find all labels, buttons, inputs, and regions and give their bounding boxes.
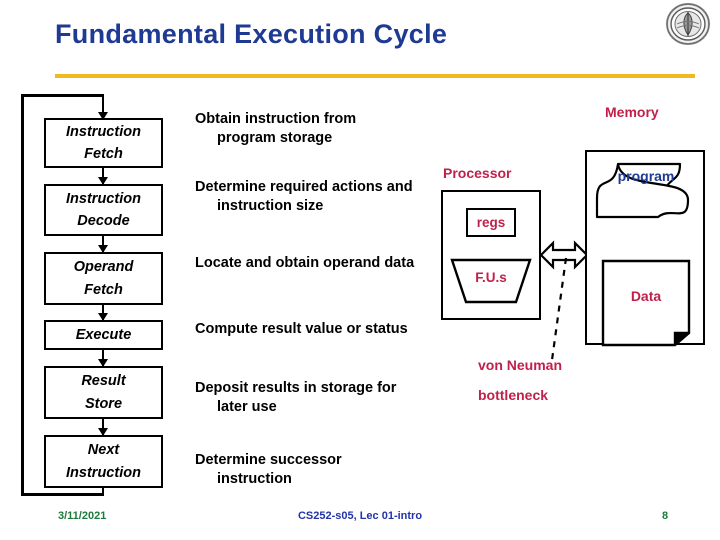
stage-label-line1: Result bbox=[81, 373, 126, 390]
slide-canvas: Fundamental Execution Cycle Instruction … bbox=[0, 0, 720, 540]
stage-label-line2: Fetch bbox=[84, 281, 123, 298]
loop-bottom-horizontal bbox=[21, 493, 104, 496]
flow-connector-5 bbox=[98, 419, 108, 436]
footer-course: CS252-s05, Lec 01-intro bbox=[297, 510, 423, 522]
description-operand-fetch: Locate and obtain operand data bbox=[195, 255, 415, 271]
processor-label: Processor bbox=[443, 165, 512, 181]
bottleneck-annotation: bottleneck bbox=[478, 387, 549, 403]
page-title: Fundamental Execution Cycle bbox=[55, 19, 448, 49]
stage-label-line2: Decode bbox=[77, 213, 130, 229]
title-underline-rule bbox=[55, 74, 695, 78]
von-neuman-annotation: von Neuman bbox=[478, 357, 563, 373]
description-execute: Compute result value or status bbox=[195, 321, 408, 337]
loop-left-vertical bbox=[21, 94, 24, 496]
registers-box: regs bbox=[466, 208, 516, 237]
stage-label-line2: Store bbox=[84, 395, 123, 412]
university-seal-icon bbox=[664, 2, 712, 46]
data-label: Data bbox=[630, 288, 662, 304]
bottleneck-pointer-line bbox=[540, 250, 580, 365]
stage-label-line1: Instruction bbox=[66, 123, 141, 140]
stage-label-line2: Instruction bbox=[66, 464, 141, 481]
stage-label-line1: Instruction bbox=[66, 190, 141, 207]
description-next-instruction: Determine successor instruction bbox=[195, 452, 342, 488]
flow-stage-execute[interactable]: Execute bbox=[44, 320, 163, 350]
flow-stage-instruction-fetch[interactable]: Instruction Fetch bbox=[44, 118, 163, 168]
loop-top-horizontal bbox=[21, 94, 104, 97]
stage-label-line1: Execute bbox=[75, 326, 132, 343]
description-instruction-decode: Determine required actions and instructi… bbox=[195, 179, 413, 215]
description-instruction-fetch: Obtain instruction from program storage bbox=[195, 111, 357, 147]
flow-connector-1 bbox=[98, 168, 108, 185]
stage-label-line1: Next bbox=[87, 442, 120, 459]
description-result-store: Deposit results in storage for later use bbox=[195, 380, 397, 416]
stage-label-line1: Operand bbox=[73, 259, 134, 276]
footer-page-number: 8 bbox=[661, 510, 669, 522]
flow-return-stub bbox=[102, 488, 104, 496]
flow-connector-4 bbox=[98, 350, 108, 367]
flow-stage-next-instruction[interactable]: Next Instruction bbox=[44, 435, 163, 488]
stage-label-line2: Fetch bbox=[84, 146, 123, 162]
flow-connector-3 bbox=[98, 305, 108, 321]
flow-stage-instruction-decode[interactable]: Instruction Decode bbox=[44, 184, 163, 236]
flow-connector-2 bbox=[98, 236, 108, 253]
flow-stage-result-store[interactable]: Result Store bbox=[44, 366, 163, 419]
program-label: program bbox=[617, 168, 675, 184]
memory-label: Memory bbox=[605, 104, 659, 120]
flow-stage-operand-fetch[interactable]: Operand Fetch bbox=[44, 252, 163, 305]
functional-units-label: F.U.s bbox=[475, 270, 507, 285]
